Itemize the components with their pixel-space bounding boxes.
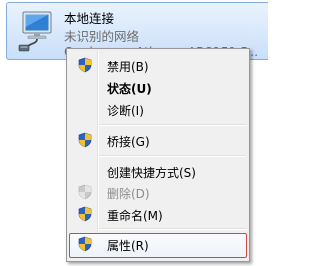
uac-shield-icon (77, 206, 93, 222)
menu-item-properties[interactable]: 属性(R) (69, 233, 247, 258)
menu-item-label: 创建快捷方式(S) (107, 166, 196, 180)
menu-item-delete[interactable]: 删除(D) (69, 181, 247, 203)
uac-shield-icon (77, 57, 93, 73)
adapter-status: 未识别的网络 (64, 29, 140, 44)
menu-item-label: 禁用(B) (107, 60, 149, 74)
menu-item-diagnose[interactable]: 诊断(I) (69, 98, 247, 120)
menu-item-status[interactable]: 状态(U) (69, 76, 247, 98)
network-adapter-icon (13, 9, 61, 53)
menu-item-label: 属性(R) (107, 239, 149, 253)
menu-separator (99, 228, 246, 230)
uac-shield-icon (77, 132, 93, 148)
uac-shield-icon (77, 236, 93, 252)
menu-item-label: 删除(D) (107, 187, 150, 201)
menu-separator (99, 155, 246, 157)
menu-item-label: 桥接(G) (107, 135, 150, 149)
menu-separator (99, 124, 246, 126)
adapter-name: 本地连接 (64, 11, 115, 26)
menu-item-disable[interactable]: 禁用(B) (69, 54, 247, 76)
context-menu: 禁用(B) 状态(U) 诊断(I) 桥接(G) 创建快捷方式(S) 删除(D) … (66, 48, 250, 262)
uac-shield-icon (77, 184, 93, 200)
menu-item-label: 诊断(I) (107, 104, 144, 118)
menu-item-rename[interactable]: 重命名(M) (69, 203, 247, 225)
menu-item-label: 重命名(M) (107, 209, 163, 223)
menu-item-label: 状态(U) (107, 82, 152, 96)
menu-item-bridge[interactable]: 桥接(G) (69, 129, 247, 151)
menu-item-create-shortcut[interactable]: 创建快捷方式(S) (69, 160, 247, 182)
